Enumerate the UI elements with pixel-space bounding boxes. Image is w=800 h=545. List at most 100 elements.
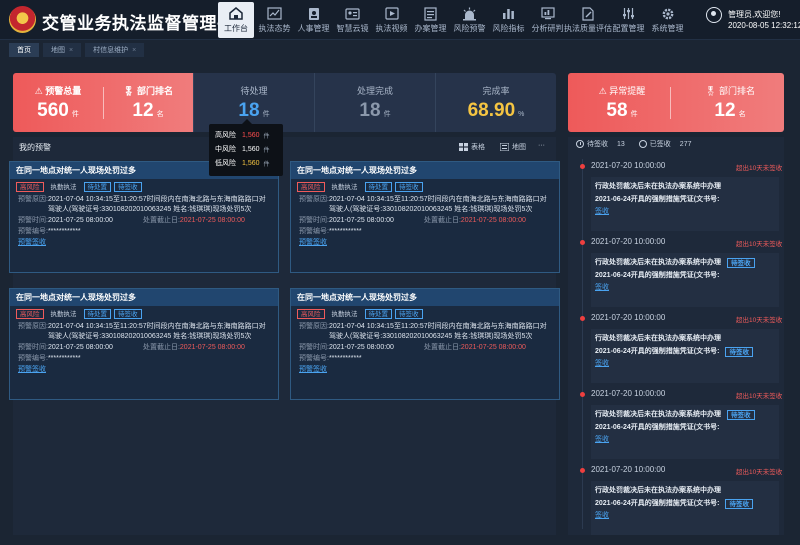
tooltip-row-low: 低风险 1,560 件 [215,159,270,168]
alert-card-title: 在同一地点对统一人现场处罚过多 [291,289,559,306]
tab-village-info[interactable]: 村信息维护 × [85,43,145,57]
sign-link[interactable]: 签收 [595,358,775,370]
nav-workbench[interactable]: 工作台 [218,2,254,38]
alert-code-row: 预警编号:************ [18,228,81,235]
overdue-label: 超出10天未签收 [736,393,783,400]
alert-code-row: 预警编号:************ [299,355,362,362]
status-badge: 待签收 [395,182,423,192]
sign-link[interactable]: 签收 [595,282,775,294]
tab-signed[interactable]: 已签收 277 [638,139,691,149]
nav-case-management[interactable]: 办案管理 [411,0,450,40]
close-icon[interactable]: × [69,47,73,54]
abnormal-summary-card: ⚠ 异常提醒 58 件 🎖 部门排名 12 名 [568,73,784,132]
nav-enforcement-trend[interactable]: 执法态势 [255,0,294,40]
user-greeting: 管理员,欢迎您! [728,10,781,19]
stats-bar: ⚠ 预警总量 560 件 🎖 部门排名 12 名 待处理 18 件 处理完成 18 件 … [13,73,556,132]
alert-time-row: 预警时间:2021-07-25 08:00:00 处置截止日:2021-07-25… [299,344,526,351]
stat-completion-rate[interactable]: 完成率 68.90% [435,73,556,132]
medal-icon: 🎖 [123,85,137,96]
warning-icon: ⚠ [34,85,46,96]
reminder-card[interactable]: 行政处罚裁决后未在执法办案系统中办理 待签收 2021-06-24开具的强制措施凭… [591,253,779,307]
nav-configuration[interactable]: 配置管理 [609,0,648,40]
completion-rate-value: 68.90 [467,99,516,121]
reminder-card[interactable]: 行政处罚裁决后未在执法办案系统中办理 2021-06-24开具的强制措施凭证(文… [591,481,779,535]
user-avatar-icon[interactable] [706,7,722,23]
home-icon [228,6,244,21]
alert-summary-card: ⚠ 预警总量 560 件 🎖 部门排名 12 名 [13,73,193,132]
alert-time-row: 预警时间:2021-07-25 08:00:00 处置截止日:2021-07-25… [299,217,526,224]
reminder-card[interactable]: 行政处罚裁决后未在执法办案系统中办理 待签收 2021-06-24开具的强制措施凭… [591,405,779,459]
timeline-dot [580,164,585,169]
top-navbar: 交管业务执法监督管理平台 工作台 执法态势 人事管理 智慧云镜 执法视频 办案管… [0,0,800,40]
id-card-icon [345,6,361,21]
main-nav: 工作台 执法态势 人事管理 智慧云镜 执法视频 办案管理 风险预警 风险指标 分… [218,0,687,40]
gear-icon [660,6,676,21]
category-badge: 执勤执法 [50,311,77,318]
overdue-label: 超出10天未签收 [736,241,783,248]
stat-right-department-rank[interactable]: 🎖 部门排名 12 名 [676,73,784,132]
tab-pending-sign[interactable]: 待签收 13 [576,139,625,149]
stat-completed[interactable]: 处理完成 18 件 [314,73,435,132]
clock-icon [576,140,584,148]
alert-reason: 预警原因: 2021-07-04 10:34:15至11:20:57时间段内在南海… [299,196,547,213]
status-badge: 待处置 [364,309,392,319]
nav-quality-assessment[interactable]: 执法质量评估 [564,0,612,40]
sign-link[interactable]: 签收 [595,206,775,218]
alert-time-row: 预警时间:2021-07-25 08:00:00 处置截止日:2021-07-25… [18,344,245,351]
overdue-label: 超出10天未签收 [736,317,783,324]
nav-cloud-mirror[interactable]: 智慧云镜 [333,0,372,40]
timeline-line [582,159,583,529]
risk-level-badge: 高风险 [297,309,325,319]
timeline-dot [580,392,585,397]
tab-bar: 首页 地图 × 村信息维护 × [0,41,800,59]
nav-system[interactable]: 系统管理 [648,0,687,40]
category-badge: 执勤执法 [50,184,77,191]
timeline-dot [580,468,585,473]
sign-alert-link[interactable]: 预警签收 [291,364,559,375]
divider [670,87,671,119]
stat-total-alerts[interactable]: ⚠ 预警总量 560 件 [13,73,103,132]
status-badge: 待签收 [727,257,755,268]
nav-risk-indicators[interactable]: 风险指标 [489,0,528,40]
more-options-button[interactable]: ··· [538,142,545,149]
category-badge: 执勤执法 [331,311,358,318]
medal-icon: 🎖 [705,85,719,96]
right-rank-value: 12 [714,99,736,121]
sign-alert-link[interactable]: 预警签收 [10,364,278,375]
sign-alert-link[interactable]: 预警签收 [291,237,559,248]
map-view-button[interactable]: 地图 [500,142,526,152]
alert-card[interactable]: 在同一地点对统一人现场处罚过多 高风险 执勤执法 待处置 待签收 预警原因: 20… [290,161,560,273]
id-badge-icon [306,6,322,21]
alert-card[interactable]: 在同一地点对统一人现场处罚过多 高风险 执勤执法 待处置 待签收 预警原因: 20… [290,288,560,400]
table-view-button[interactable]: 表格 [459,142,485,152]
timeline-dot [580,316,585,321]
stat-abnormal-reminders[interactable]: ⚠ 异常提醒 58 件 [568,73,676,132]
stat-department-rank[interactable]: 🎖 部门排名 12 名 [103,73,193,132]
panel-title: 我的预警 [19,143,51,152]
reminder-panel: 待签收 13 已签收 277 2021-07-20 10:00:00 超出10天未签… [568,137,784,535]
case-list-icon [423,6,439,21]
close-icon[interactable]: × [132,47,136,54]
nav-enforcement-video[interactable]: 执法视频 [372,0,411,40]
reminder-card[interactable]: 行政处罚裁决后未在执法办案系统中办理 2021-06-24开具的强制措施凭证(文… [591,329,779,383]
status-badge: 待签收 [725,346,753,357]
sign-link[interactable]: 签收 [595,434,775,446]
alert-card[interactable]: 在同一地点对统一人现场处罚过多 高风险 执勤执法 待处置 待签收 预警原因: 20… [9,288,279,400]
tab-home[interactable]: 首页 [9,43,39,57]
reminder-card[interactable]: 行政处罚裁决后未在执法办案系统中办理 2021-06-24开具的强制措施凭证(文… [591,177,779,231]
nav-personnel[interactable]: 人事管理 [294,0,333,40]
sign-alert-link[interactable]: 预警签收 [10,237,278,248]
nav-risk-warning[interactable]: 风险预警 [450,0,489,40]
grid-icon [459,143,468,151]
list-icon [500,143,509,151]
sign-link[interactable]: 签收 [595,510,775,522]
nav-analysis[interactable]: 分析研判 [528,0,567,40]
status-badge: 待签收 [114,182,142,192]
alarm-light-icon [462,6,478,21]
timeline-dot [580,240,585,245]
tab-map[interactable]: 地图 × [43,43,82,57]
alert-time-row: 预警时间:2021-07-25 08:00:00 处置截止日:2021-07-25… [18,217,245,224]
status-badge: 待处置 [83,309,111,319]
status-badge: 待签收 [114,309,142,319]
alert-card[interactable]: 在同一地点对统一人现场处罚过多 高风险 执勤执法 待处置 待签收 预警原因: 20… [9,161,279,273]
